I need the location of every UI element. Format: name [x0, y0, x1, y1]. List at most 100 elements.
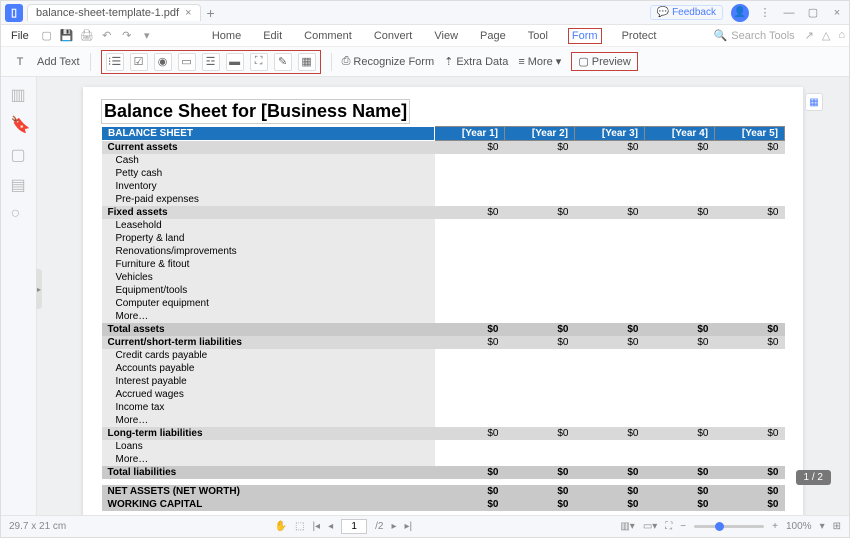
- cell: $0: [575, 427, 645, 440]
- search-tools[interactable]: 🔍 Search Tools: [714, 29, 795, 42]
- cell: $0: [715, 336, 785, 349]
- tab-title: balance-sheet-template-1.pdf: [36, 7, 179, 19]
- add-text-button[interactable]: Add Text: [37, 56, 80, 68]
- cell: [435, 167, 505, 180]
- cell: $0: [575, 141, 645, 155]
- radio-field-icon[interactable]: ◉: [154, 53, 172, 71]
- more-menu-icon[interactable]: ⋮: [757, 5, 773, 21]
- viewmode2-icon[interactable]: ▭▾: [643, 521, 657, 532]
- feedback-button[interactable]: 💬 Feedback: [650, 5, 723, 20]
- cell: $0: [505, 466, 575, 479]
- image-field-icon[interactable]: ⛶: [250, 53, 268, 71]
- undo-icon[interactable]: ↶: [99, 28, 115, 44]
- cell: $0: [645, 336, 715, 349]
- chevron-down-icon[interactable]: ▾: [139, 28, 155, 44]
- preview-button[interactable]: ▢ Preview: [571, 52, 638, 71]
- signature-field-icon[interactable]: ✎: [274, 53, 292, 71]
- redo-icon[interactable]: ↷: [119, 28, 135, 44]
- add-tab-icon[interactable]: +: [207, 5, 215, 21]
- menu-form[interactable]: Form: [568, 28, 602, 44]
- cell: $0: [715, 427, 785, 440]
- maximize-icon[interactable]: ▢: [805, 5, 821, 21]
- print-icon[interactable]: 🖨: [79, 28, 95, 44]
- next-page-icon[interactable]: ▸: [391, 521, 396, 532]
- text-tool-icon[interactable]: T: [11, 53, 29, 71]
- cell: [575, 232, 645, 245]
- cell: [715, 180, 785, 193]
- hand-tool-icon[interactable]: ✋: [275, 521, 287, 532]
- attachments-icon[interactable]: ▢: [11, 145, 27, 161]
- bookmarks-icon[interactable]: 🔖: [11, 115, 27, 131]
- page-input[interactable]: [341, 519, 367, 534]
- help-icon[interactable]: ⌂: [838, 29, 845, 42]
- close-window-icon[interactable]: ×: [829, 5, 845, 21]
- menu-view[interactable]: View: [432, 28, 460, 44]
- menu-tool[interactable]: Tool: [526, 28, 550, 44]
- cell: [575, 414, 645, 427]
- row-label: WORKING CAPITAL: [102, 498, 435, 511]
- viewmode1-icon[interactable]: ▥▾: [620, 521, 634, 532]
- last-page-icon[interactable]: ▸|: [404, 521, 412, 532]
- first-page-icon[interactable]: |◂: [312, 521, 320, 532]
- close-tab-icon[interactable]: ×: [185, 7, 191, 19]
- cell: [715, 271, 785, 284]
- fullscreen-icon[interactable]: ⊞: [833, 521, 841, 532]
- cell: [645, 375, 715, 388]
- fit-icon[interactable]: ⛶: [665, 521, 672, 532]
- share-icon[interactable]: ↗: [805, 29, 814, 42]
- date-field-icon[interactable]: ▦: [298, 53, 316, 71]
- file-menu[interactable]: File: [5, 30, 35, 42]
- more-button[interactable]: ≡ More▾: [518, 55, 561, 68]
- zoom-in-icon[interactable]: +: [772, 521, 778, 532]
- menu-edit[interactable]: Edit: [261, 28, 284, 44]
- cell: [715, 193, 785, 206]
- cell: [575, 167, 645, 180]
- menu-page[interactable]: Page: [478, 28, 508, 44]
- cloud-icon[interactable]: △: [822, 29, 830, 42]
- extra-data-button[interactable]: ⇡ Extra Data: [444, 55, 508, 68]
- user-avatar-icon[interactable]: 👤: [731, 4, 749, 22]
- zoom-chevron-icon[interactable]: ▾: [820, 521, 825, 532]
- save-icon[interactable]: 💾: [59, 28, 75, 44]
- row-label: Pre-paid expenses: [102, 193, 435, 206]
- cell: $0: [715, 466, 785, 479]
- cell: [575, 245, 645, 258]
- cell: [645, 219, 715, 232]
- cell: [505, 271, 575, 284]
- zoom-slider[interactable]: [694, 525, 764, 528]
- comments-icon[interactable]: ○: [11, 205, 27, 221]
- row-label: Total liabilities: [102, 466, 435, 479]
- menu-convert[interactable]: Convert: [372, 28, 415, 44]
- separator: [331, 53, 332, 71]
- menu-comment[interactable]: Comment: [302, 28, 354, 44]
- prev-page-icon[interactable]: ◂: [328, 521, 333, 532]
- recognize-form-button[interactable]: ⎙ Recognize Form: [342, 55, 435, 68]
- checkbox-field-icon[interactable]: ☑: [130, 53, 148, 71]
- page-badge: 1 / 2: [796, 470, 831, 485]
- minimize-icon[interactable]: —: [781, 5, 797, 21]
- list-field-icon[interactable]: ☲: [202, 53, 220, 71]
- select-tool-icon[interactable]: ⬚: [295, 521, 304, 532]
- text-field-icon[interactable]: ⁝☰: [106, 53, 124, 71]
- zoom-thumb[interactable]: [715, 522, 724, 531]
- layer-icon[interactable]: ▤: [11, 175, 27, 191]
- cell: [435, 388, 505, 401]
- cell: $0: [505, 141, 575, 155]
- button-field-icon[interactable]: ▬: [226, 53, 244, 71]
- thumbnails-icon[interactable]: ▥: [11, 85, 27, 101]
- cell: [505, 453, 575, 466]
- extract-icon: ⇡: [444, 55, 453, 68]
- cell: $0: [715, 141, 785, 155]
- menu-protect[interactable]: Protect: [620, 28, 659, 44]
- open-icon[interactable]: ▢: [39, 28, 55, 44]
- menu-home[interactable]: Home: [210, 28, 243, 44]
- cell: [435, 297, 505, 310]
- zoom-out-icon[interactable]: −: [680, 521, 686, 532]
- combo-field-icon[interactable]: ▭: [178, 53, 196, 71]
- col-year: [Year 3]: [575, 127, 645, 141]
- document-tab[interactable]: balance-sheet-template-1.pdf ×: [27, 4, 201, 21]
- cell: $0: [645, 485, 715, 498]
- cell: $0: [435, 323, 505, 336]
- row-label: Leasehold: [102, 219, 435, 232]
- row-label: Fixed assets: [102, 206, 435, 219]
